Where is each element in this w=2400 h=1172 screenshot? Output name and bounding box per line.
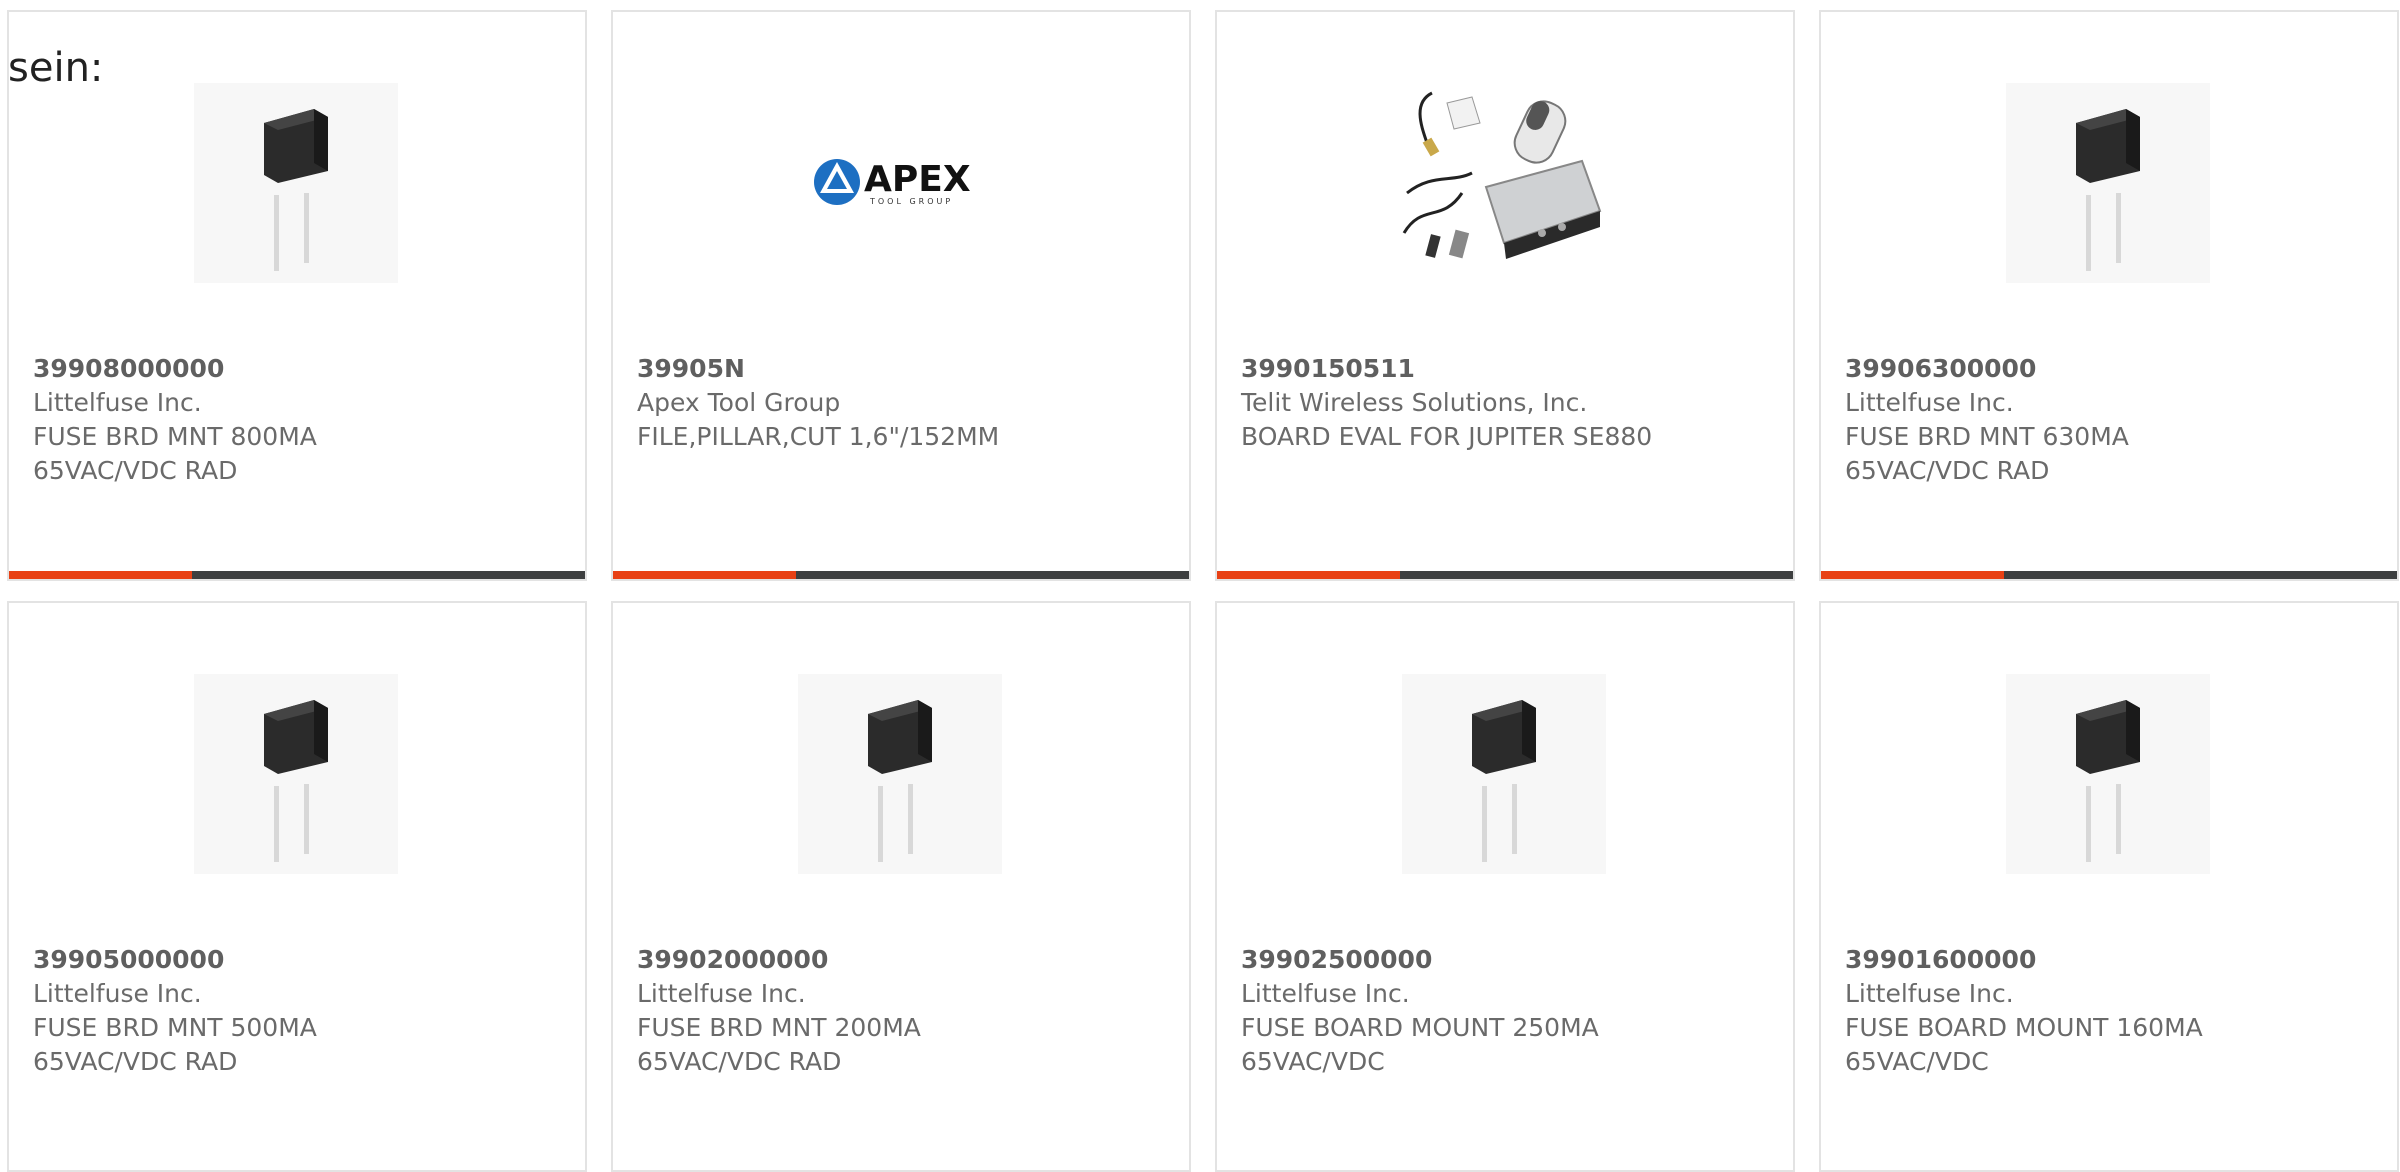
manufacturer: Littelfuse Inc. [1845,388,2014,417]
product-card[interactable]: APEX TOOL GROUP 39905N Apex Tool Group F… [611,10,1191,581]
description-line1: FUSE BRD MNT 500MA [33,1013,317,1042]
part-number-link[interactable]: 39905000000 [33,943,563,977]
card-bottom-bar [9,571,585,579]
description-line2: 65VAC/VDC RAD [1845,456,2050,485]
part-number-link[interactable]: 39908000000 [33,352,563,386]
part-number-link[interactable]: 39901600000 [1845,943,2375,977]
product-grid: 39908000000 Littelfuse Inc. FUSE BRD MNT… [7,10,2400,1172]
description-line1: FUSE BRD MNT 630MA [1845,422,2129,451]
product-image[interactable] [2006,674,2210,874]
product-card[interactable]: 39901600000 Littelfuse Inc. FUSE BOARD M… [1819,601,2399,1172]
description-line1: BOARD EVAL FOR JUPITER SE880 [1241,422,1653,451]
manufacturer: Littelfuse Inc. [637,979,806,1008]
product-info: 39908000000 Littelfuse Inc. FUSE BRD MNT… [33,352,563,488]
product-info: 3990150511 Telit Wireless Solutions, Inc… [1241,352,1771,454]
product-card[interactable]: 3990150511 Telit Wireless Solutions, Inc… [1215,10,1795,581]
description-line1: FUSE BRD MNT 200MA [637,1013,921,1042]
fuse-icon [1402,674,1606,874]
description-line2: 65VAC/VDC [1241,1047,1385,1076]
product-image[interactable] [2006,83,2210,283]
description-line2: 65VAC/VDC RAD [33,1047,238,1076]
manufacturer: Littelfuse Inc. [1845,979,2014,1008]
description-line1: FUSE BRD MNT 800MA [33,422,317,451]
accent-bar [613,571,796,579]
part-number-link[interactable]: 39902500000 [1241,943,1771,977]
product-image[interactable] [194,83,398,283]
manufacturer: Littelfuse Inc. [33,979,202,1008]
product-image[interactable]: APEX TOOL GROUP [798,83,1002,283]
part-number-link[interactable]: 39906300000 [1845,352,2375,386]
product-image[interactable] [194,674,398,874]
fuse-icon [2006,674,2210,874]
card-bottom-bar [1217,571,1793,579]
fuse-icon [194,674,398,874]
part-number-link[interactable]: 3990150511 [1241,352,1771,386]
manufacturer: Telit Wireless Solutions, Inc. [1241,388,1588,417]
description-line2: 65VAC/VDC [1845,1047,1989,1076]
accent-bar [9,571,192,579]
product-info: 39905N Apex Tool Group FILE,PILLAR,CUT 1… [637,352,1167,454]
apex-logo: APEX TOOL GROUP [814,159,971,206]
manufacturer: Apex Tool Group [637,388,841,417]
product-info: 39905000000 Littelfuse Inc. FUSE BRD MNT… [33,943,563,1079]
card-bottom-bar [1821,571,2397,579]
part-number-link[interactable]: 39905N [637,352,1167,386]
description-line2: 65VAC/VDC RAD [33,456,238,485]
eval-kit-icon [1402,91,1602,259]
card-bottom-bar [613,571,1189,579]
fuse-icon [2006,83,2210,283]
product-info: 39902000000 Littelfuse Inc. FUSE BRD MNT… [637,943,1167,1079]
logo-text: APEX [864,159,971,200]
manufacturer: Littelfuse Inc. [1241,979,1410,1008]
intro-text: sein: [8,45,104,91]
product-info: 39906300000 Littelfuse Inc. FUSE BRD MNT… [1845,352,2375,488]
product-info: 39902500000 Littelfuse Inc. FUSE BOARD M… [1241,943,1771,1079]
product-info: 39901600000 Littelfuse Inc. FUSE BOARD M… [1845,943,2375,1079]
description-line2: 65VAC/VDC RAD [637,1047,842,1076]
fuse-icon [798,674,1002,874]
fuse-icon [194,83,398,283]
accent-bar [1217,571,1400,579]
accent-bar [1821,571,2004,579]
part-number-link[interactable]: 39902000000 [637,943,1167,977]
product-card[interactable]: 39902500000 Littelfuse Inc. FUSE BOARD M… [1215,601,1795,1172]
product-image[interactable] [1402,83,1606,283]
manufacturer: Littelfuse Inc. [33,388,202,417]
description-line1: FUSE BOARD MOUNT 160MA [1845,1013,2203,1042]
product-card[interactable]: 39905000000 Littelfuse Inc. FUSE BRD MNT… [7,601,587,1172]
description-line1: FUSE BOARD MOUNT 250MA [1241,1013,1599,1042]
product-image[interactable] [1402,674,1606,874]
product-card[interactable]: 39906300000 Littelfuse Inc. FUSE BRD MNT… [1819,10,2399,581]
product-card[interactable]: 39902000000 Littelfuse Inc. FUSE BRD MNT… [611,601,1191,1172]
description-line1: FILE,PILLAR,CUT 1,6"/152MM [637,422,1000,451]
product-image[interactable] [798,674,1002,874]
logo-subtext: TOOL GROUP [869,197,953,206]
